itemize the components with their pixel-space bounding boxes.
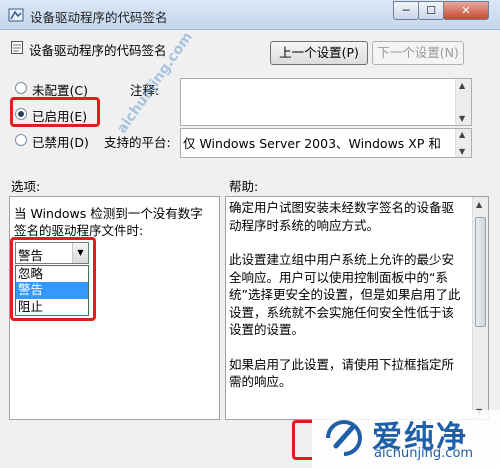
help-paragraph: 此设置建立组中用户系统上允许的最少安全响应。用户可以使用控制面板中的“系统”选择… <box>229 252 461 337</box>
ok-button-highlight-box <box>292 420 312 460</box>
logo-mark-icon <box>326 420 362 456</box>
comment-scrollbar[interactable]: ▲ ▼ <box>455 79 471 125</box>
comment-textarea[interactable]: ▲ ▼ <box>180 78 472 126</box>
site-logo: 爱纯净 aichunjing.com <box>312 410 500 468</box>
next-setting-button[interactable]: 下一个设置(N) <box>372 41 464 65</box>
options-description: 当 Windows 检测到一个没有数字签名的驱动程序文件时: <box>14 206 203 238</box>
platform-label: 支持的平台: <box>104 135 171 150</box>
window-title: 设备驱动程序的代码签名 <box>30 10 168 25</box>
scroll-up-icon[interactable]: ▲ <box>459 130 465 139</box>
scroll-down-icon[interactable]: ▼ <box>459 114 465 123</box>
dropdown-highlight-box <box>10 237 96 321</box>
close-button[interactable]: ✕ <box>443 1 489 20</box>
radio-disabled[interactable] <box>15 134 27 146</box>
platform-value: 仅 Windows Server 2003、Windows XP 和 <box>183 136 441 151</box>
help-scroll-thumb[interactable] <box>475 217 486 327</box>
minimize-button[interactable]: ─ <box>393 1 419 20</box>
help-paragraph: 如果启用了此设置，请使用下拉框指定所需的响应。 <box>229 356 455 390</box>
help-scrollbar[interactable]: ▲ ▼ <box>472 197 488 419</box>
title-bar: 设备驱动程序的代码签名 ─ ☐ ✕ <box>0 0 500 30</box>
radio-disabled-label[interactable]: 已禁用(D) <box>32 132 89 151</box>
scroll-down-icon[interactable]: ▼ <box>459 147 465 156</box>
setting-icon <box>11 41 23 54</box>
enabled-highlight-box <box>10 97 100 127</box>
platform-scrollbar[interactable]: ▲ ▼ <box>455 129 471 157</box>
options-label: 选项: <box>11 179 41 194</box>
maximize-button[interactable]: ☐ <box>418 1 444 20</box>
help-label: 帮助: <box>229 179 259 194</box>
scroll-up-icon[interactable]: ▲ <box>476 200 482 209</box>
previous-setting-button[interactable]: 上一个设置(P) <box>270 41 368 65</box>
scroll-up-icon[interactable]: ▲ <box>459 81 465 90</box>
logo-url: aichunjing.com <box>374 446 474 461</box>
policy-app-icon <box>8 8 24 22</box>
policy-title: 设备驱动程序的代码签名 <box>29 43 167 58</box>
help-text: 确定用户试图安装未经数字签名的设备驱动程序时系统的响应方式。 此设置建立组中用户… <box>229 199 466 408</box>
radio-not-configured[interactable] <box>15 82 27 94</box>
help-paragraph: 确定用户试图安装未经数字签名的设备驱动程序时系统的响应方式。 <box>229 200 455 233</box>
